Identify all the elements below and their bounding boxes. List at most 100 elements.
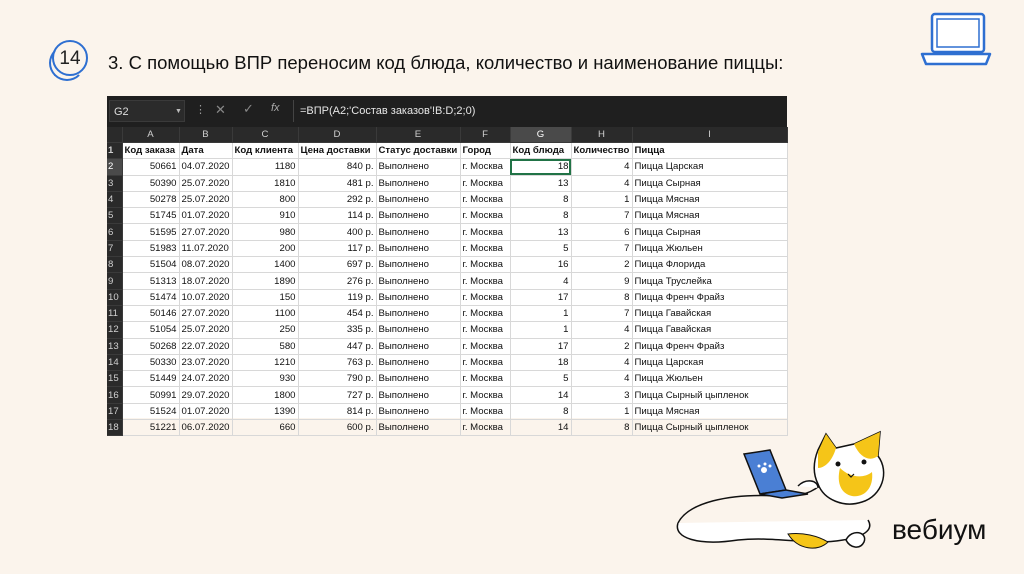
cell-g13[interactable]: 17 — [510, 338, 572, 355]
row-header[interactable]: 4 — [107, 191, 123, 209]
cell-g1[interactable]: Код блюда — [510, 142, 572, 160]
cell-e10[interactable]: Выполнено — [376, 289, 461, 306]
cell-b15[interactable]: 24.07.2020 — [179, 370, 233, 388]
cell-a13[interactable]: 50268 — [122, 338, 180, 355]
cell-i4[interactable]: Пицца Мясная — [632, 191, 788, 209]
cell-a3[interactable]: 50390 — [122, 175, 180, 192]
cell-e17[interactable]: Выполнено — [376, 403, 461, 421]
column-header-a[interactable]: A — [122, 127, 180, 143]
row-header[interactable]: 10 — [107, 289, 123, 306]
row-header[interactable]: 9 — [107, 272, 123, 290]
cell-a4[interactable]: 50278 — [122, 191, 180, 209]
row-header[interactable]: 16 — [107, 386, 123, 404]
cell-i6[interactable]: Пицца Сырная — [632, 223, 788, 241]
row-header[interactable]: 11 — [107, 305, 123, 323]
cell-f5[interactable]: г. Москва — [460, 207, 511, 225]
column-header-c[interactable]: C — [232, 127, 299, 143]
cell-b5[interactable]: 01.07.2020 — [179, 207, 233, 225]
row-header[interactable]: 18 — [107, 419, 123, 437]
cell-d10[interactable]: 119 р. — [298, 289, 377, 306]
cell-b3[interactable]: 25.07.2020 — [179, 175, 233, 192]
cell-h3[interactable]: 4 — [571, 175, 633, 192]
cell-i16[interactable]: Пицца Сырный цыпленок — [632, 386, 788, 404]
cell-c3[interactable]: 1810 — [232, 175, 299, 192]
cell-f16[interactable]: г. Москва — [460, 386, 511, 404]
cell-a1[interactable]: Код заказа — [122, 142, 180, 160]
cell-f8[interactable]: г. Москва — [460, 256, 511, 274]
cell-f2[interactable]: г. Москва — [460, 158, 511, 176]
cell-e9[interactable]: Выполнено — [376, 272, 461, 290]
cell-a16[interactable]: 50991 — [122, 386, 180, 404]
cell-d2[interactable]: 840 р. — [298, 158, 377, 176]
row-header[interactable]: 7 — [107, 240, 123, 258]
cell-i2[interactable]: Пицца Царская — [632, 158, 788, 176]
cell-f7[interactable]: г. Москва — [460, 240, 511, 258]
cell-i7[interactable]: Пицца Жюльен — [632, 240, 788, 258]
cell-g9[interactable]: 4 — [510, 272, 572, 290]
cell-a18[interactable]: 51221 — [122, 419, 180, 437]
cell-f6[interactable]: г. Москва — [460, 223, 511, 241]
cell-i12[interactable]: Пицца Гавайская — [632, 321, 788, 339]
cell-e3[interactable]: Выполнено — [376, 175, 461, 192]
row-header[interactable]: 12 — [107, 321, 123, 339]
cell-c14[interactable]: 1210 — [232, 354, 299, 372]
cell-c5[interactable]: 910 — [232, 207, 299, 225]
cell-h13[interactable]: 2 — [571, 338, 633, 355]
insert-function-icon[interactable]: fx — [271, 102, 280, 114]
cell-b1[interactable]: Дата — [179, 142, 233, 160]
cell-d3[interactable]: 481 р. — [298, 175, 377, 192]
row-header[interactable]: 8 — [107, 256, 123, 274]
cell-h18[interactable]: 8 — [571, 419, 633, 437]
cell-h1[interactable]: Количество — [571, 142, 633, 160]
cell-e7[interactable]: Выполнено — [376, 240, 461, 258]
column-header-g[interactable]: G — [510, 127, 572, 143]
cell-d16[interactable]: 727 р. — [298, 386, 377, 404]
row-header[interactable]: 17 — [107, 403, 123, 421]
cell-f18[interactable]: г. Москва — [460, 419, 511, 437]
cell-h11[interactable]: 7 — [571, 305, 633, 323]
cell-b17[interactable]: 01.07.2020 — [179, 403, 233, 421]
column-header-b[interactable]: B — [179, 127, 233, 143]
cell-g8[interactable]: 16 — [510, 256, 572, 274]
column-header-f[interactable]: F — [460, 127, 511, 143]
column-header-e[interactable]: E — [376, 127, 461, 143]
cell-b16[interactable]: 29.07.2020 — [179, 386, 233, 404]
cell-e6[interactable]: Выполнено — [376, 223, 461, 241]
cell-i10[interactable]: Пицца Френч Фрайз — [632, 289, 788, 306]
cell-g6[interactable]: 13 — [510, 223, 572, 241]
column-header-i[interactable]: I — [632, 127, 788, 143]
cell-e8[interactable]: Выполнено — [376, 256, 461, 274]
cell-d7[interactable]: 117 р. — [298, 240, 377, 258]
cell-e15[interactable]: Выполнено — [376, 370, 461, 388]
name-box-dropdown-icon[interactable]: ▼ — [175, 108, 182, 115]
row-header[interactable]: 6 — [107, 223, 123, 241]
row-header[interactable]: 2 — [107, 158, 123, 176]
cell-a5[interactable]: 51745 — [122, 207, 180, 225]
cell-a11[interactable]: 50146 — [122, 305, 180, 323]
cell-i13[interactable]: Пицца Френч Фрайз — [632, 338, 788, 355]
cell-c1[interactable]: Код клиента — [232, 142, 299, 160]
cell-e12[interactable]: Выполнено — [376, 321, 461, 339]
cell-b2[interactable]: 04.07.2020 — [179, 158, 233, 176]
cell-h14[interactable]: 4 — [571, 354, 633, 372]
cell-g5[interactable]: 8 — [510, 207, 572, 225]
cell-h10[interactable]: 8 — [571, 289, 633, 306]
cell-b18[interactable]: 06.07.2020 — [179, 419, 233, 437]
row-header[interactable]: 13 — [107, 338, 123, 355]
cell-h4[interactable]: 1 — [571, 191, 633, 209]
row-header[interactable]: 5 — [107, 207, 123, 225]
cell-b11[interactable]: 27.07.2020 — [179, 305, 233, 323]
cell-a6[interactable]: 51595 — [122, 223, 180, 241]
cell-d12[interactable]: 335 р. — [298, 321, 377, 339]
cell-h15[interactable]: 4 — [571, 370, 633, 388]
cell-h12[interactable]: 4 — [571, 321, 633, 339]
enter-check-icon[interactable]: ✓ — [243, 101, 254, 117]
cell-c16[interactable]: 1800 — [232, 386, 299, 404]
cell-a8[interactable]: 51504 — [122, 256, 180, 274]
cell-d14[interactable]: 763 р. — [298, 354, 377, 372]
cell-b8[interactable]: 08.07.2020 — [179, 256, 233, 274]
cell-c15[interactable]: 930 — [232, 370, 299, 388]
cell-b12[interactable]: 25.07.2020 — [179, 321, 233, 339]
cell-i3[interactable]: Пицца Сырная — [632, 175, 788, 192]
cell-a10[interactable]: 51474 — [122, 289, 180, 306]
